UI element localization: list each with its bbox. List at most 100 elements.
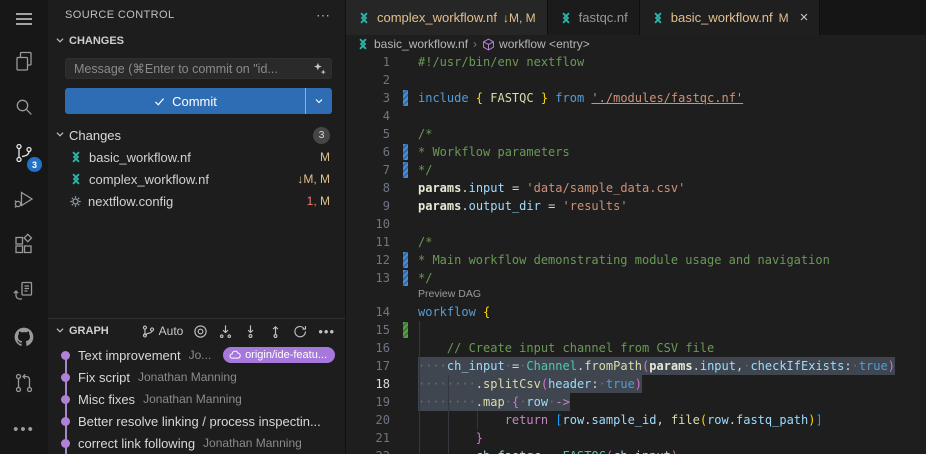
- changes-section-header[interactable]: CHANGES: [48, 30, 345, 52]
- line-number: 17: [346, 357, 390, 375]
- line-number: 12: [346, 251, 390, 269]
- commit-row[interactable]: Text improvementJo...origin/ide-featu...: [48, 344, 345, 366]
- fetch-icon[interactable]: [218, 324, 233, 339]
- explorer-icon[interactable]: [0, 38, 48, 84]
- gutter: [390, 143, 418, 161]
- commit-button-label: Commit: [172, 94, 217, 109]
- cloud-icon: [229, 350, 241, 360]
- code-line[interactable]: 14workflow {: [346, 303, 926, 321]
- gutter: [390, 89, 418, 107]
- changes-count-badge: 3: [313, 127, 330, 144]
- code-line[interactable]: 6* Workflow parameters: [346, 143, 926, 161]
- graph-more-icon[interactable]: •••: [318, 324, 335, 339]
- close-icon[interactable]: ×: [800, 10, 809, 25]
- code-line[interactable]: 10: [346, 215, 926, 233]
- gutter: [390, 125, 418, 143]
- commit-row[interactable]: Better resolve linking / process inspect…: [48, 410, 345, 432]
- code-line[interactable]: 21 }: [346, 429, 926, 447]
- tab[interactable]: fastqc.nf: [548, 0, 640, 35]
- breadcrumb-symbol[interactable]: workflow <entry>: [482, 37, 590, 51]
- code-line[interactable]: 18········.splitCsv(header:·true): [346, 375, 926, 393]
- gutter: [390, 411, 418, 429]
- line-number: 10: [346, 215, 390, 233]
- code-text: ········.map·{·row·->: [418, 393, 570, 411]
- tab-active[interactable]: basic_workflow.nfM×: [640, 0, 821, 35]
- code-line[interactable]: 4: [346, 107, 926, 125]
- gutter: [390, 393, 418, 411]
- line-number: 14: [346, 303, 390, 321]
- code-line[interactable]: 5/*: [346, 125, 926, 143]
- pull-request-icon[interactable]: [0, 360, 48, 406]
- branch-auto-button[interactable]: Auto: [141, 324, 184, 339]
- selection-highlight: ········.map·{·row·->: [418, 393, 570, 411]
- code-text: include { FASTQC } from './modules/fastq…: [418, 89, 743, 107]
- commit-row[interactable]: Misc fixesJonathan Manning: [48, 388, 345, 410]
- scm-badge: 3: [27, 157, 42, 172]
- scm-file-row[interactable]: basic_workflow.nfM: [48, 146, 345, 168]
- code-line[interactable]: 19········.map·{·row·->: [346, 393, 926, 411]
- source-control-icon[interactable]: 3: [0, 130, 48, 176]
- code-line[interactable]: 1#!/usr/bin/env nextflow: [346, 53, 926, 71]
- code-line[interactable]: 16 // Create input channel from CSV file: [346, 339, 926, 357]
- code-line[interactable]: 7*/: [346, 161, 926, 179]
- codelens-preview-dag[interactable]: Preview DAG: [346, 287, 926, 303]
- code-line[interactable]: 15: [346, 321, 926, 339]
- scm-file-row[interactable]: complex_workflow.nf↓M, M: [48, 168, 345, 190]
- code-text: /*: [418, 233, 432, 251]
- code-line[interactable]: 12* Main workflow demonstrating module u…: [346, 251, 926, 269]
- line-number: 7: [346, 161, 390, 179]
- sparkle-icon[interactable]: [312, 61, 327, 79]
- menu-icon[interactable]: [0, 0, 48, 38]
- gutter: [390, 357, 418, 375]
- check-icon: [153, 95, 166, 108]
- code-text: #!/usr/bin/env nextflow: [418, 53, 584, 71]
- push-icon[interactable]: [268, 324, 283, 339]
- code-line[interactable]: 9 params.output_dir = 'results': [346, 197, 926, 215]
- commit-author: Jonathan Manning: [138, 370, 237, 384]
- panel-more-icon[interactable]: ⋯: [316, 7, 331, 24]
- code-line[interactable]: 2: [346, 71, 926, 89]
- extensions-icon[interactable]: [0, 222, 48, 268]
- pull-icon[interactable]: [243, 324, 258, 339]
- scm-file-row[interactable]: nextflow.config1, M: [48, 190, 345, 212]
- code-line[interactable]: 22 ch_fastqc = FASTQC(ch_input): [346, 447, 926, 454]
- code-line[interactable]: 13*/: [346, 269, 926, 287]
- file-name: complex_workflow.nf: [89, 172, 209, 187]
- tab[interactable]: complex_workflow.nf↓M, M: [346, 0, 548, 35]
- github-icon[interactable]: [0, 314, 48, 360]
- run-and-debug-icon[interactable]: [0, 176, 48, 222]
- graph-header[interactable]: GRAPH Auto •••: [48, 319, 345, 343]
- commit-button-main[interactable]: Commit: [65, 88, 305, 114]
- commit-button[interactable]: Commit: [65, 88, 332, 114]
- code-line[interactable]: 3include { FASTQC } from './modules/fast…: [346, 89, 926, 107]
- gutter-change-marker: [403, 90, 408, 106]
- commit-dot-icon: [61, 417, 70, 426]
- editor-group: complex_workflow.nf↓M, Mfastqc.nfbasic_w…: [346, 0, 926, 454]
- code-line[interactable]: 20 return [row.sample_id, file(row.fastq…: [346, 411, 926, 429]
- line-number: 9: [346, 197, 390, 215]
- git-branch-icon: [141, 324, 156, 339]
- references-icon[interactable]: [0, 268, 48, 314]
- target-icon[interactable]: [193, 324, 208, 339]
- commit-message-input[interactable]: [65, 58, 332, 79]
- changes-tree-header[interactable]: Changes 3: [48, 124, 345, 146]
- search-icon[interactable]: [0, 84, 48, 130]
- refresh-icon[interactable]: [293, 324, 308, 339]
- more-actions-icon[interactable]: •••: [0, 406, 48, 452]
- code-editor[interactable]: 1#!/usr/bin/env nextflow23include { FAST…: [346, 53, 926, 454]
- code-line[interactable]: 8params.input = 'data/sample_data.csv': [346, 179, 926, 197]
- commit-message: Fix script: [78, 370, 130, 385]
- commit-dropdown-button[interactable]: [305, 88, 332, 114]
- code-text: }: [418, 429, 483, 447]
- commit-message: Misc fixes: [78, 392, 135, 407]
- nextflow-icon: [559, 11, 573, 25]
- code-line[interactable]: 17····ch_input·=·Channel.fromPath(params…: [346, 357, 926, 375]
- code-text: params.output_dir = 'results': [418, 197, 628, 215]
- commit-row[interactable]: Fix script Jonathan Manning: [48, 366, 345, 388]
- breadcrumb-file[interactable]: basic_workflow.nf: [356, 37, 468, 51]
- gutter: [390, 179, 418, 197]
- commit-row[interactable]: correct link followingJonathan Manning: [48, 432, 345, 454]
- panel-title-row: SOURCE CONTROL ⋯: [48, 0, 345, 30]
- branch-pill[interactable]: origin/ide-featu...: [223, 347, 335, 363]
- code-line[interactable]: 11/*: [346, 233, 926, 251]
